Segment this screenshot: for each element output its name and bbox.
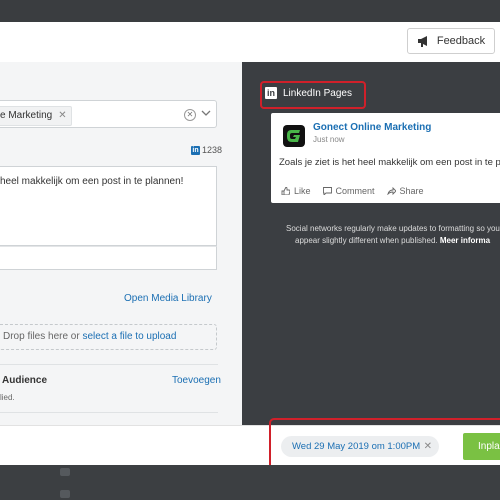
file-dropzone[interactable]: Drop files here or select a file to uplo…	[0, 324, 217, 350]
divider	[0, 364, 218, 365]
megaphone-icon	[417, 35, 427, 47]
char-count: 1238	[202, 145, 223, 155]
remove-profile-icon[interactable]: ✕	[58, 110, 66, 121]
preview-panel: in LinkedIn Pages Gonect Online Marketin…	[242, 62, 500, 425]
divider	[0, 412, 218, 413]
comment-action: Comment	[322, 186, 375, 196]
clear-selection-icon[interactable]: ✕	[184, 109, 196, 121]
dropzone-text: Drop files here or	[3, 331, 83, 342]
linkedin-icon: in	[191, 145, 200, 155]
chevron-down-icon[interactable]	[201, 108, 211, 118]
share-label: Share	[399, 186, 424, 196]
composer-panel: e Marketing ✕ ✕ in 1238 heel makkelijk om…	[0, 62, 242, 425]
profile-select[interactable]: e Marketing ✕ ✕	[0, 100, 217, 128]
thumbs-up-icon	[281, 187, 290, 195]
select-file-link[interactable]: select a file to upload	[82, 331, 176, 342]
highlight-box	[260, 81, 366, 109]
audience-label: Audience	[2, 375, 48, 386]
notice-line-2: appear slightly different when published…	[286, 235, 500, 247]
add-audience-link[interactable]: Toevoegen	[172, 375, 221, 386]
open-media-library-link[interactable]: Open Media Library	[124, 293, 212, 304]
like-label: Like	[294, 186, 311, 196]
post-time: Just now	[313, 135, 345, 144]
post-text-toolbar	[0, 246, 217, 270]
share-icon	[386, 187, 396, 195]
background-icon	[60, 490, 70, 498]
feedback-button[interactable]: Feedback	[407, 28, 495, 54]
selected-profile-tag: e Marketing ✕	[0, 106, 72, 126]
notice-text: appear slightly different when published…	[295, 236, 438, 245]
post-text: heel makkelijk om een post in te plannen…	[0, 176, 184, 187]
background-app-strip	[0, 465, 500, 500]
linkedin-char-counter: in 1238	[191, 145, 222, 155]
post-actions: Like Comment Share	[281, 186, 424, 196]
share-action: Share	[386, 186, 424, 196]
comment-icon	[322, 187, 332, 195]
page-name: Gonect Online Marketing	[313, 122, 432, 133]
like-action: Like	[281, 186, 311, 196]
post-preview-card: Gonect Online Marketing Just now Zoals j…	[271, 113, 500, 203]
selected-profile-label: e Marketing	[0, 110, 53, 121]
app-top-bar	[0, 0, 500, 22]
notice-line-1: Social networks regularly make updates t…	[286, 224, 500, 233]
formatting-notice: Social networks regularly make updates t…	[286, 223, 500, 247]
post-text-area[interactable]: heel makkelijk om een post in te plannen…	[0, 166, 217, 246]
company-logo	[283, 125, 305, 147]
preview-text: Zoals je ziet is het heel makkelijk om e…	[279, 157, 500, 168]
highlight-box	[269, 418, 500, 471]
background-icon	[60, 468, 70, 476]
comment-label: Comment	[335, 186, 375, 196]
feedback-label: Feedback	[436, 35, 486, 47]
more-info-link[interactable]: Meer informa	[440, 236, 490, 245]
composer-header: Feedback	[0, 22, 500, 63]
audience-subtext: lied.	[0, 393, 15, 402]
